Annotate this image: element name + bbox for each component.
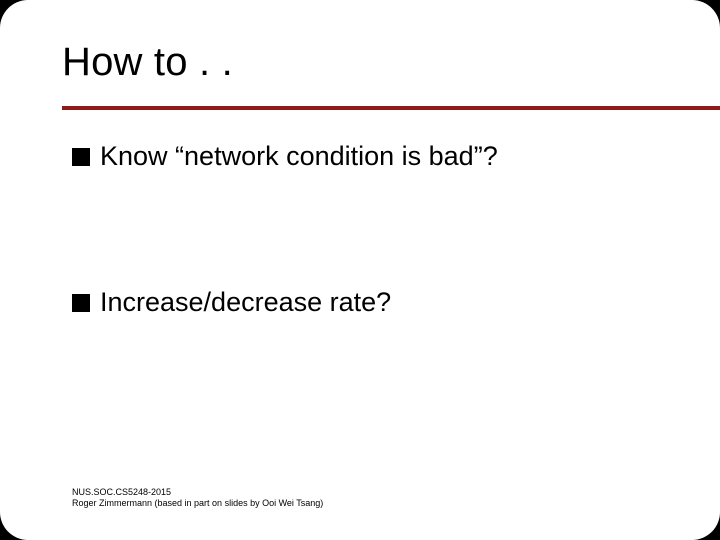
footer-line-2: Roger Zimmermann (based in part on slide…: [72, 498, 323, 510]
bullet-text: Know “network condition is bad”?: [100, 140, 498, 174]
footer: NUS.SOC.CS5248-2015 Roger Zimmermann (ba…: [72, 487, 323, 510]
body-area: Know “network condition is bad”? Increas…: [72, 140, 660, 320]
square-bullet-icon: [72, 148, 90, 166]
title-underline: [62, 106, 720, 110]
slide: How to . . Know “network condition is ba…: [0, 0, 720, 540]
footer-line-1: NUS.SOC.CS5248-2015: [72, 487, 323, 499]
square-bullet-icon: [72, 294, 90, 312]
bullet-item: Increase/decrease rate?: [72, 286, 660, 320]
title-area: How to . .: [62, 40, 680, 85]
slide-title: How to . .: [62, 40, 680, 85]
bullet-text: Increase/decrease rate?: [100, 286, 391, 320]
bullet-item: Know “network condition is bad”?: [72, 140, 660, 174]
